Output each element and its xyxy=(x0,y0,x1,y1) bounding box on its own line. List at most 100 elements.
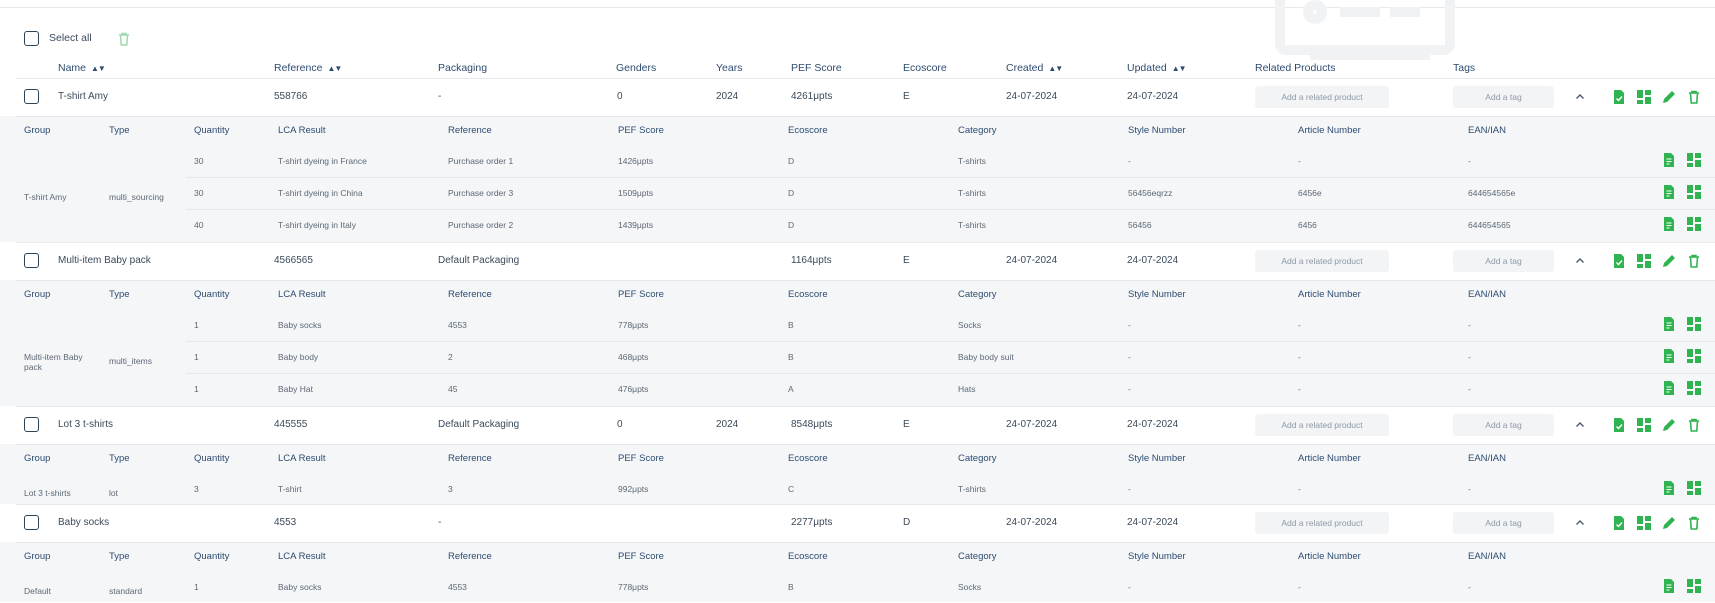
top-divider xyxy=(0,7,1715,8)
sub-header: Style Number xyxy=(1128,453,1186,464)
product-components: Group Type Quantity LCA Result Reference PEF … xyxy=(0,280,1715,406)
component-document-icon[interactable] xyxy=(1661,578,1677,594)
lca-report-icon[interactable] xyxy=(1611,253,1627,269)
component-document-icon[interactable] xyxy=(1661,316,1677,332)
edit-pencil-icon[interactable] xyxy=(1661,89,1677,105)
product-created: 24-07-2024 xyxy=(1006,517,1058,528)
component-article: 6456 xyxy=(1298,220,1317,230)
row-checkbox[interactable] xyxy=(24,89,39,104)
select-all-checkbox[interactable] xyxy=(24,31,39,46)
delete-trash-icon[interactable] xyxy=(1686,515,1702,531)
component-pef: 1426μpts xyxy=(618,156,654,166)
row-checkbox[interactable] xyxy=(24,253,39,268)
component-category: T-shirts xyxy=(958,484,986,494)
component-dashboard-icon[interactable] xyxy=(1686,380,1702,396)
sub-header: Ecoscore xyxy=(788,551,828,562)
collapse-chevron-icon[interactable] xyxy=(1573,418,1587,432)
component-document-icon[interactable] xyxy=(1661,184,1677,200)
sub-divider xyxy=(16,280,1715,281)
dashboard-icon[interactable] xyxy=(1636,417,1652,433)
sub-divider xyxy=(16,542,1715,543)
product-name: Baby socks xyxy=(58,517,110,528)
product-updated: 24-07-2024 xyxy=(1127,419,1179,430)
header-reference[interactable]: Reference ▲▼ xyxy=(274,62,342,74)
component-dashboard-icon[interactable] xyxy=(1686,578,1702,594)
header-created[interactable]: Created ▲▼ xyxy=(1006,62,1063,74)
product-row[interactable]: Lot 3 t-shirts 445555 Default Packaging 0 20… xyxy=(0,406,1715,444)
collapse-chevron-icon[interactable] xyxy=(1573,516,1587,530)
product-packaging: - xyxy=(438,517,442,528)
component-document-icon[interactable] xyxy=(1661,380,1677,396)
component-group: Multi-item Baby pack xyxy=(24,352,83,372)
component-ean: - xyxy=(1468,156,1471,166)
add-tag-button[interactable]: Add a tag xyxy=(1453,512,1554,534)
product-row[interactable]: Baby socks 4553 - 2277μpts D 24-07-2024 24-07-… xyxy=(0,504,1715,542)
product-packaging: Default Packaging xyxy=(438,419,520,430)
product-updated: 24-07-2024 xyxy=(1127,255,1179,266)
header-name[interactable]: Name ▲▼ xyxy=(58,62,106,74)
component-dashboard-icon[interactable] xyxy=(1686,152,1702,168)
edit-pencil-icon[interactable] xyxy=(1661,253,1677,269)
component-document-icon[interactable] xyxy=(1661,152,1677,168)
row-checkbox[interactable] xyxy=(24,417,39,432)
edit-pencil-icon[interactable] xyxy=(1661,515,1677,531)
component-ean: 644654565e xyxy=(1468,188,1516,198)
product-genders: 0 xyxy=(617,419,623,430)
sub-header: Type xyxy=(109,551,130,562)
add-tag-button[interactable]: Add a tag xyxy=(1453,86,1554,108)
add-related-product-button[interactable]: Add a related product xyxy=(1255,250,1389,272)
sort-icon: ▲▼ xyxy=(91,64,106,73)
sub-header: Article Number xyxy=(1298,551,1361,562)
component-dashboard-icon[interactable] xyxy=(1686,216,1702,232)
dashboard-icon[interactable] xyxy=(1636,89,1652,105)
add-tag-button[interactable]: Add a tag xyxy=(1453,250,1554,272)
delete-trash-icon[interactable] xyxy=(1686,89,1702,105)
delete-trash-icon[interactable] xyxy=(1686,253,1702,269)
component-style: - xyxy=(1128,484,1131,494)
lca-report-icon[interactable] xyxy=(1611,89,1627,105)
component-dashboard-icon[interactable] xyxy=(1686,348,1702,364)
component-type: lot xyxy=(109,488,118,498)
component-document-icon[interactable] xyxy=(1661,348,1677,364)
component-document-icon[interactable] xyxy=(1661,216,1677,232)
sub-header: Reference xyxy=(448,551,492,562)
product-reference: 4566565 xyxy=(274,255,313,266)
row-checkbox[interactable] xyxy=(24,515,39,530)
add-related-product-button[interactable]: Add a related product xyxy=(1255,414,1389,436)
component-type: multi_items xyxy=(109,356,152,366)
component-reference: 4553 xyxy=(448,320,467,330)
sub-header: Group xyxy=(24,125,51,136)
component-style: - xyxy=(1128,320,1131,330)
trash-icon[interactable] xyxy=(116,31,132,47)
component-dashboard-icon[interactable] xyxy=(1686,480,1702,496)
component-pef: 1439μpts xyxy=(618,220,654,230)
edit-pencil-icon[interactable] xyxy=(1661,417,1677,433)
lca-report-icon[interactable] xyxy=(1611,417,1627,433)
sub-header: Quantity xyxy=(194,289,230,300)
lca-report-icon[interactable] xyxy=(1611,515,1627,531)
component-dashboard-icon[interactable] xyxy=(1686,184,1702,200)
collapse-chevron-icon[interactable] xyxy=(1573,254,1587,268)
component-ecoscore: C xyxy=(788,484,795,494)
sub-header: Category xyxy=(958,125,997,136)
sub-header: Reference xyxy=(448,289,492,300)
dashboard-icon[interactable] xyxy=(1636,515,1652,531)
collapse-chevron-icon[interactable] xyxy=(1573,90,1587,104)
dashboard-icon[interactable] xyxy=(1636,253,1652,269)
component-dashboard-icon[interactable] xyxy=(1686,316,1702,332)
header-updated[interactable]: Updated ▲▼ xyxy=(1127,62,1187,74)
sub-header: Article Number xyxy=(1298,125,1361,136)
sub-header: Category xyxy=(958,551,997,562)
product-row[interactable]: Multi-item Baby pack 4566565 Default Packa… xyxy=(0,242,1715,280)
component-lca: Baby body xyxy=(278,352,319,362)
header-genders: Genders xyxy=(616,62,657,74)
header-packaging: Packaging xyxy=(438,62,488,74)
add-related-product-button[interactable]: Add a related product xyxy=(1255,86,1389,108)
product-row[interactable]: T-shirt Amy 558766 - 0 2024 4261μpts E 24-07-20… xyxy=(0,78,1715,116)
delete-trash-icon[interactable] xyxy=(1686,417,1702,433)
add-related-product-button[interactable]: Add a related product xyxy=(1255,512,1389,534)
component-pef: 468μpts xyxy=(618,352,649,362)
component-document-icon[interactable] xyxy=(1661,480,1677,496)
component-reference: Purchase order 2 xyxy=(448,220,514,230)
add-tag-button[interactable]: Add a tag xyxy=(1453,414,1554,436)
